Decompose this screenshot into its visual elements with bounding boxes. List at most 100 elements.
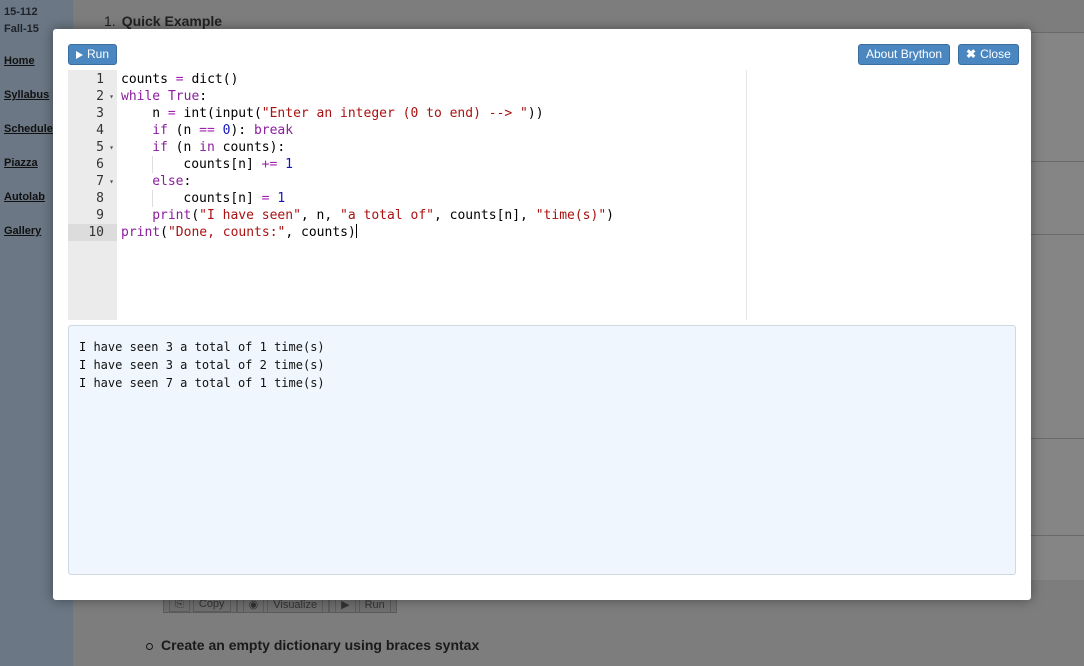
code-token: , counts)	[285, 225, 356, 240]
line-number: 8	[96, 191, 104, 206]
code-line[interactable]: 9 print("I have seen", n, "a total of", c…	[68, 207, 746, 224]
code-text: else:	[152, 173, 191, 190]
section-number: 1.	[104, 13, 116, 29]
nav-gallery[interactable]: Gallery	[4, 225, 41, 237]
text-cursor	[355, 224, 357, 238]
about-brython-button[interactable]: About Brython	[858, 44, 951, 65]
code-token: counts):	[214, 140, 286, 155]
code-text: print("Done, counts:", counts)	[121, 224, 357, 241]
code-text: counts[n] = 1	[183, 190, 285, 207]
code-line[interactable]: 5 ▾ if (n in counts):	[68, 139, 746, 156]
output-line: I have seen 3 a total of 1 time(s)	[79, 340, 325, 354]
close-icon: ✖	[966, 47, 977, 61]
course-code: 15-112	[4, 6, 38, 18]
section-title: Quick Example	[121, 13, 223, 29]
operator-token: =	[175, 72, 184, 87]
string-token: "Done, counts:"	[167, 225, 286, 240]
line-number-cell: 9	[68, 207, 117, 224]
code-token: :	[183, 174, 192, 189]
fold-toggle-icon[interactable]: ▾	[109, 173, 114, 190]
line-number: 2	[96, 89, 104, 104]
bg-code-block	[1031, 535, 1084, 580]
code-token: , n,	[300, 208, 341, 223]
bullet-icon	[146, 642, 153, 650]
section-heading: 1. Quick Example	[104, 13, 222, 29]
close-button[interactable]: ✖ Close	[958, 44, 1019, 65]
code-line[interactable]: 3 n = int(input("Enter an integer (0 to e…	[68, 105, 746, 122]
keyword-token: in	[199, 140, 215, 155]
code-token: :	[199, 89, 208, 104]
code-token: dict()	[183, 72, 239, 87]
keyword-token: print	[152, 208, 192, 223]
code-token: ):	[230, 123, 254, 138]
operator-token: +=	[261, 157, 278, 172]
nav-syllabus[interactable]: Syllabus	[4, 89, 49, 101]
line-number-cell: 10	[68, 224, 117, 241]
code-line[interactable]: 4 if (n == 0): break	[68, 122, 746, 139]
keyword-token: break	[253, 123, 294, 138]
bg-code-block	[1031, 234, 1084, 438]
brython-modal: Run About Brython ✖ Close 1 counts = dict…	[53, 29, 1031, 600]
line-number: 7	[96, 174, 104, 189]
line-number: 9	[96, 208, 104, 223]
code-text: counts = dict()	[121, 71, 238, 88]
line-number: 5	[96, 140, 104, 155]
line-number: 1	[96, 72, 104, 87]
bullet-text: Create an empty dictionary using braces …	[161, 637, 480, 653]
nav-schedule[interactable]: Schedule	[4, 123, 53, 135]
code-editor[interactable]: 1 counts = dict() 2 ▾ while True: 3 n = int(in…	[68, 70, 746, 320]
nav-home[interactable]: Home	[4, 55, 35, 67]
code-line[interactable]: 8 counts[n] = 1	[68, 190, 746, 207]
string-token: "a total of"	[340, 208, 434, 223]
bg-code-block	[1031, 438, 1084, 535]
operator-token: =	[167, 106, 176, 121]
code-token: n	[152, 106, 168, 121]
code-token: (n	[167, 140, 200, 155]
output-line: I have seen 3 a total of 2 time(s)	[79, 358, 325, 372]
editor-divider	[746, 70, 747, 320]
string-token: "time(s)"	[535, 208, 607, 223]
line-number-cell: 6	[68, 156, 117, 173]
line-number-cell: 8	[68, 190, 117, 207]
number-token: 1	[277, 191, 286, 206]
line-number-cell: 3	[68, 105, 117, 122]
nav-autolab[interactable]: Autolab	[4, 191, 45, 203]
code-token: ))	[527, 106, 544, 121]
line-number: 10	[88, 225, 104, 240]
fold-toggle-icon[interactable]: ▾	[109, 139, 114, 156]
keyword-token: True	[167, 89, 200, 104]
code-line[interactable]: 10 print("Done, counts:", counts)	[68, 224, 746, 241]
code-token: , counts[n],	[433, 208, 536, 223]
bg-code-block	[1031, 32, 1084, 161]
fold-toggle-icon[interactable]: ▾	[109, 88, 114, 105]
indent-guide	[152, 190, 154, 207]
run-button[interactable]: Run	[68, 44, 118, 65]
code-token: counts	[121, 72, 176, 87]
line-number: 6	[96, 157, 104, 172]
code-line[interactable]: 7 ▾ else:	[68, 173, 746, 190]
code-text: if (n in counts):	[152, 139, 285, 156]
output-console: I have seen 3 a total of 1 time(s) I have…	[68, 325, 1016, 575]
code-text: if (n == 0): break	[152, 122, 293, 139]
line-number-cell: 1	[68, 71, 117, 88]
code-line[interactable]: 1 counts = dict()	[68, 71, 746, 88]
code-line[interactable]: 6 counts[n] += 1	[68, 156, 746, 173]
code-text: n = int(input("Enter an integer (0 to en…	[152, 105, 543, 122]
bg-code-block	[1031, 161, 1084, 234]
code-token: counts[n]	[183, 191, 262, 206]
number-token: 1	[285, 157, 293, 172]
string-token: "I have seen"	[199, 208, 301, 223]
line-number-cell: 4	[68, 122, 117, 139]
code-token: counts[n]	[183, 157, 262, 172]
code-line[interactable]: 2 ▾ while True:	[68, 88, 746, 105]
line-number-cell: 2 ▾	[68, 88, 117, 105]
indent-guide	[152, 156, 154, 173]
nav-piazza[interactable]: Piazza	[4, 157, 38, 169]
close-label: Close	[980, 47, 1011, 61]
about-label: About Brython	[866, 47, 943, 61]
code-text: counts[n] += 1	[183, 156, 293, 173]
keyword-token: print	[121, 225, 161, 240]
code-token: (n	[167, 123, 200, 138]
